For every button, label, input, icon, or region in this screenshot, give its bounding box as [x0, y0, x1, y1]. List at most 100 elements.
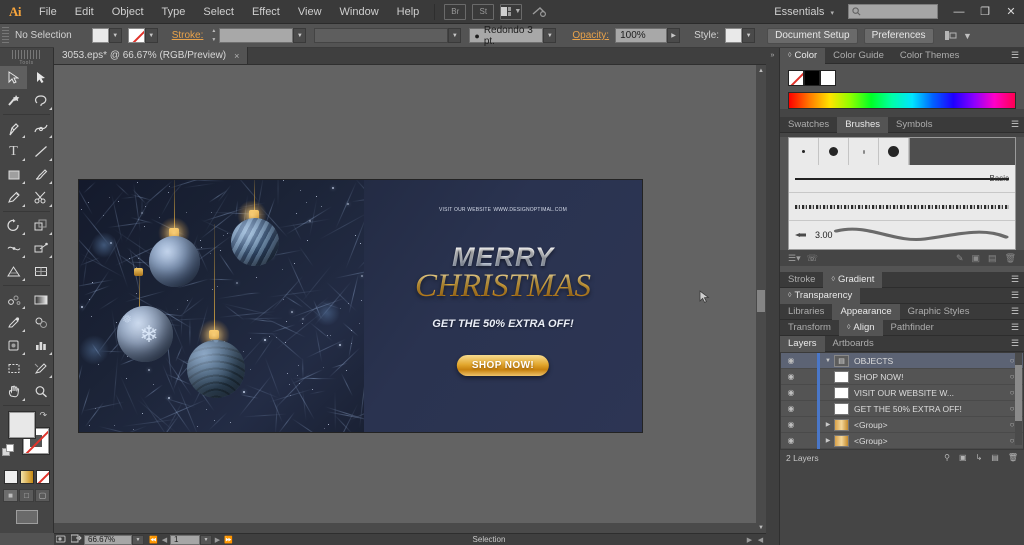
- scroll-thumb[interactable]: [1015, 365, 1022, 421]
- sync-settings-icon[interactable]: [528, 4, 550, 20]
- delete-layer-icon[interactable]: 🗑: [1008, 453, 1018, 462]
- shape-builder-tool[interactable]: [27, 237, 54, 260]
- layer-row[interactable]: ◉ ▶ <Group> ○: [781, 416, 1023, 433]
- brush-delete-icon[interactable]: 🗑: [1005, 253, 1016, 264]
- gradient-tool[interactable]: [27, 288, 54, 311]
- menu-window[interactable]: Window: [331, 0, 388, 24]
- fill-color-swatch[interactable]: [8, 411, 36, 439]
- paintbrush-tool[interactable]: [27, 163, 54, 186]
- brush-definition-dropdown[interactable]: ▼: [543, 28, 557, 43]
- artboard[interactable]: ❄ ❅ VISIT OUR WEBSITE WWW.DESIGNOPTIMAL.…: [78, 179, 643, 433]
- swap-fill-stroke-icon[interactable]: ↷: [39, 410, 47, 421]
- shop-now-button[interactable]: SHOP NOW!: [456, 355, 550, 376]
- brush-new-icon[interactable]: ▣: [972, 253, 981, 264]
- tools-panel-grip[interactable]: [12, 50, 41, 59]
- lasso-tool[interactable]: [27, 89, 54, 112]
- type-tool[interactable]: T: [0, 140, 27, 163]
- tab-appearance[interactable]: Appearance: [832, 303, 900, 320]
- artboard-navigation-dropdown[interactable]: ▼: [200, 534, 212, 545]
- fill-swatch[interactable]: [91, 28, 109, 43]
- opacity-label[interactable]: Opacity:: [566, 30, 615, 41]
- brush-redondo[interactable]: 3.00: [789, 221, 1015, 249]
- graphic-style-dropdown[interactable]: ▼: [742, 28, 756, 43]
- eye-icon[interactable]: ◉: [781, 436, 801, 445]
- tab-brushes[interactable]: Brushes: [837, 116, 889, 133]
- brush-charcoal[interactable]: [789, 193, 1015, 221]
- document-setup-button[interactable]: Document Setup: [767, 27, 858, 44]
- canvas-vertical-scrollbar[interactable]: ▲ ▼: [756, 65, 766, 533]
- arrange-documents-icon[interactable]: ▼: [500, 3, 523, 20]
- stroke-dropdown[interactable]: ▼: [144, 28, 158, 43]
- align-icon[interactable]: [944, 29, 960, 43]
- screen-mode-button[interactable]: [0, 510, 53, 524]
- none-swatch-button[interactable]: [35, 470, 50, 484]
- brush-preset-dot-medium[interactable]: [819, 138, 849, 165]
- color-spectrum-bar[interactable]: [788, 92, 1016, 109]
- collapse-panels-icon[interactable]: »: [766, 48, 779, 59]
- hand-tool[interactable]: [0, 380, 27, 403]
- direct-selection-tool[interactable]: [27, 66, 54, 89]
- close-icon[interactable]: ×: [234, 51, 239, 61]
- control-bar-grip[interactable]: [2, 26, 9, 45]
- close-button[interactable]: ✕: [998, 1, 1024, 23]
- scroll-thumb[interactable]: [757, 290, 765, 312]
- tab-libraries[interactable]: Libraries: [780, 304, 832, 320]
- draw-behind-icon[interactable]: □: [19, 489, 34, 502]
- tab-gradient[interactable]: ◊ Gradient: [823, 271, 883, 288]
- stroke-profile-dropdown[interactable]: ▼: [448, 28, 462, 43]
- layer-row[interactable]: ◉ VISIT OUR WEBSITE W... ○: [781, 384, 1023, 401]
- bridge-icon[interactable]: Br: [444, 3, 467, 20]
- panel-collapse-rail[interactable]: »: [766, 48, 780, 545]
- tab-transparency[interactable]: ◊ Transparency: [780, 287, 861, 304]
- scroll-down-icon[interactable]: ▼: [756, 522, 766, 533]
- eye-icon[interactable]: ◉: [781, 388, 801, 397]
- tab-color-themes[interactable]: Color Themes: [892, 48, 968, 64]
- create-sublayer-icon[interactable]: ↳: [976, 453, 983, 462]
- stock-icon[interactable]: St: [472, 3, 495, 20]
- tab-color[interactable]: ◊ Color: [780, 47, 826, 64]
- stroke-weight-dropdown[interactable]: ▼: [293, 28, 307, 43]
- first-artboard-button[interactable]: ⏪: [148, 536, 159, 544]
- menu-select[interactable]: Select: [194, 0, 243, 24]
- brush-duplicate-icon[interactable]: ▤: [988, 253, 997, 264]
- layer-row[interactable]: ◉ ▶ <Group> ○: [781, 432, 1023, 449]
- default-fill-stroke-icon[interactable]: [2, 444, 15, 457]
- artboard-number-field[interactable]: 1: [170, 534, 200, 545]
- restore-button[interactable]: ❐: [972, 1, 998, 23]
- blend-tool[interactable]: [27, 311, 54, 334]
- draw-normal-icon[interactable]: ■: [3, 489, 18, 502]
- opacity-field[interactable]: 100%: [615, 28, 668, 43]
- menu-help[interactable]: Help: [388, 0, 429, 24]
- layers-panel-menu-icon[interactable]: ☰: [1006, 338, 1024, 349]
- disclosure-triangle-icon[interactable]: ▶: [822, 421, 834, 428]
- appearance-panel-menu-icon[interactable]: ☰: [1006, 306, 1024, 317]
- brush-options-icon[interactable]: ✎: [956, 253, 964, 264]
- rectangle-tool[interactable]: [0, 163, 27, 186]
- status-export-icon[interactable]: [69, 534, 84, 545]
- prev-artboard-button[interactable]: ◀: [159, 536, 170, 544]
- tab-symbols[interactable]: Symbols: [888, 117, 940, 133]
- menu-file[interactable]: File: [30, 0, 66, 24]
- draw-inside-icon[interactable]: ▢: [35, 489, 50, 502]
- tab-color-guide[interactable]: Color Guide: [825, 48, 892, 64]
- eyedropper-tool[interactable]: [0, 311, 27, 334]
- brush-libraries-icon[interactable]: ☰▾: [788, 253, 801, 264]
- tab-artboards[interactable]: Artboards: [825, 336, 882, 352]
- search-input[interactable]: [848, 4, 938, 19]
- brush-preset-dot-small[interactable]: [789, 138, 819, 165]
- tab-transform[interactable]: Transform: [780, 320, 839, 336]
- layers-scrollbar[interactable]: [1015, 353, 1022, 445]
- layer-row[interactable]: ◉ SHOP NOW! ○: [781, 368, 1023, 385]
- opacity-dropdown[interactable]: ▶: [667, 28, 681, 43]
- menu-effect[interactable]: Effect: [243, 0, 289, 24]
- selection-tool[interactable]: [0, 66, 27, 89]
- status-resize-icon[interactable]: ◀: [755, 536, 766, 544]
- canvas-horizontal-scrollbar[interactable]: [54, 523, 756, 533]
- width-tool[interactable]: [0, 237, 27, 260]
- next-artboard-button[interactable]: ▶: [212, 536, 223, 544]
- fill-dropdown[interactable]: ▼: [108, 28, 122, 43]
- align-panel-menu-icon[interactable]: ☰: [1006, 322, 1024, 333]
- stroke-weight-label[interactable]: Stroke:: [166, 30, 210, 41]
- column-graph-tool[interactable]: [27, 334, 54, 357]
- preferences-button[interactable]: Preferences: [863, 27, 934, 44]
